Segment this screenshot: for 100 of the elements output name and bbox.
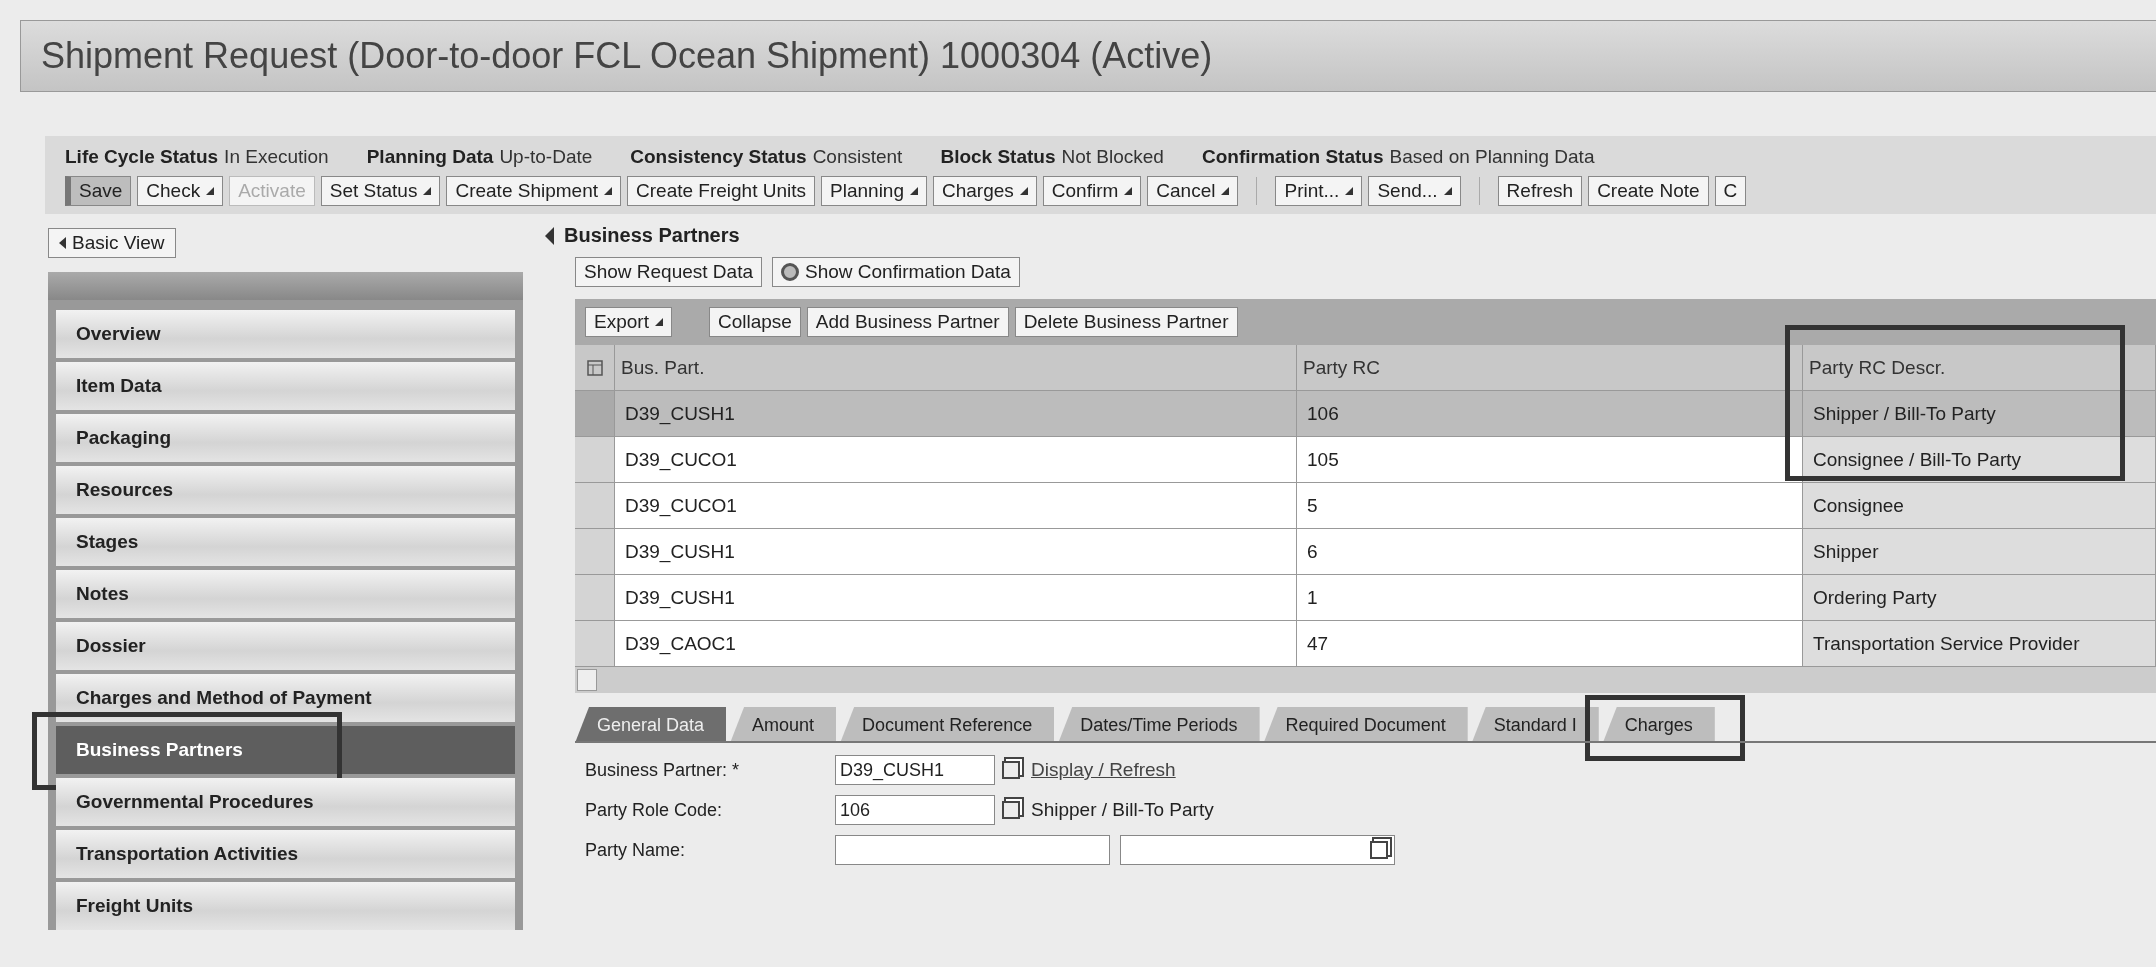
table-cell: D39_CUCO1 bbox=[615, 437, 1297, 483]
sidebar-item[interactable]: Governmental Procedures bbox=[56, 778, 515, 826]
toolbar-button[interactable]: Confirm bbox=[1042, 176, 1142, 206]
toolbar-button[interactable]: Send... bbox=[1368, 176, 1461, 206]
status-value: Up-to-Date bbox=[499, 146, 593, 168]
status-label: Life Cycle Status bbox=[65, 146, 219, 168]
table-toolbar-button[interactable]: Collapse bbox=[708, 307, 801, 337]
row-selector[interactable] bbox=[575, 529, 615, 575]
toolbar-button[interactable]: Charges bbox=[933, 176, 1037, 206]
dropdown-icon bbox=[206, 187, 215, 195]
toolbar-button[interactable]: Create Shipment bbox=[446, 176, 621, 206]
table-cell: D39_CUSH1 bbox=[615, 529, 1297, 575]
tab[interactable]: Charges bbox=[1602, 707, 1715, 743]
table-cell: 105 bbox=[1297, 437, 1803, 483]
table-cell: Transportation Service Provider bbox=[1803, 621, 2156, 667]
toolbar-button[interactable]: Create Freight Units bbox=[627, 176, 816, 206]
tab[interactable]: General Data bbox=[575, 707, 727, 743]
dropdown-icon bbox=[423, 187, 432, 195]
sidebar-item[interactable]: Stages bbox=[56, 518, 515, 566]
circle-icon bbox=[781, 263, 799, 281]
dropdown-icon bbox=[1443, 187, 1452, 195]
toolbar-button[interactable]: Save bbox=[65, 176, 132, 206]
table-cell: D39_CUSH1 bbox=[615, 575, 1297, 621]
section-title: Business Partners bbox=[564, 224, 740, 247]
sidebar-item[interactable]: Resources bbox=[56, 466, 515, 514]
sidebar-item[interactable]: Transportation Activities bbox=[56, 830, 515, 878]
table-cell: 5 bbox=[1297, 483, 1803, 529]
dropdown-icon bbox=[654, 318, 663, 326]
toolbar-button[interactable]: Print... bbox=[1275, 176, 1363, 206]
row-selector[interactable] bbox=[575, 575, 615, 621]
status-label: Block Status bbox=[940, 146, 1056, 168]
tab[interactable]: Amount bbox=[730, 707, 837, 743]
status-label: Planning Data bbox=[366, 146, 494, 168]
table-toolbar-button[interactable]: Delete Business Partner bbox=[1014, 307, 1238, 337]
dropdown-icon bbox=[604, 187, 612, 195]
tab[interactable]: Document Reference bbox=[840, 707, 1055, 743]
dropdown-icon bbox=[1345, 187, 1354, 195]
table-toolbar-button[interactable]: Export bbox=[585, 307, 672, 337]
toolbar-button[interactable]: Create Note bbox=[1588, 176, 1709, 206]
basic-view-button[interactable]: Basic View bbox=[48, 228, 176, 258]
table-cell: 47 bbox=[1297, 621, 1803, 667]
table-cell: Consignee / Bill-To Party bbox=[1803, 437, 2156, 483]
collapse-left-icon bbox=[545, 226, 554, 245]
row-selector[interactable] bbox=[575, 437, 615, 483]
row-selector[interactable] bbox=[575, 391, 615, 437]
row-selector[interactable] bbox=[575, 621, 615, 667]
view-button[interactable]: Show Confirmation Data bbox=[772, 257, 1020, 287]
status-value: Not Blocked bbox=[1061, 146, 1164, 168]
status-label: Consistency Status bbox=[630, 146, 807, 168]
window-title: Shipment Request (Door-to-door FCL Ocean Shipment) 1000304 (Active) bbox=[41, 35, 1213, 77]
sidebar-item[interactable]: Notes bbox=[56, 570, 515, 618]
toolbar-button[interactable]: Check bbox=[137, 176, 224, 206]
toolbar-button[interactable]: Cancel bbox=[1147, 176, 1239, 206]
toolbar-button[interactable]: Planning bbox=[821, 176, 927, 206]
sidebar-item[interactable]: Business Partners bbox=[56, 726, 515, 774]
view-button[interactable]: Show Request Data bbox=[575, 257, 762, 287]
dropdown-icon bbox=[1019, 187, 1028, 195]
status-value: Consistent bbox=[812, 146, 903, 168]
field-description: Shipper / Bill-To Party bbox=[1031, 799, 1214, 821]
table-cell: D39_CAOC1 bbox=[615, 621, 1297, 667]
field-label: Business Partner: * bbox=[585, 759, 741, 781]
field-label: Party Name: bbox=[585, 839, 687, 861]
input-field[interactable] bbox=[1120, 835, 1395, 865]
table-settings-icon[interactable] bbox=[575, 345, 615, 391]
table-cell: 106 bbox=[1297, 391, 1803, 437]
status-label: Confirmation Status bbox=[1201, 146, 1384, 168]
table-cell: Consignee bbox=[1803, 483, 2156, 529]
table-cell: D39_CUSH1 bbox=[615, 391, 1297, 437]
sidebar-item[interactable]: Freight Units bbox=[56, 882, 515, 930]
column-header[interactable]: Bus. Part. bbox=[615, 345, 1297, 391]
sidebar-item[interactable]: Overview bbox=[56, 310, 515, 358]
status-value: In Execution bbox=[224, 146, 329, 168]
table-cell: 1 bbox=[1297, 575, 1803, 621]
row-selector[interactable] bbox=[575, 483, 615, 529]
table-cell: Shipper bbox=[1803, 529, 2156, 575]
table-cell: Ordering Party bbox=[1803, 575, 2156, 621]
column-header[interactable]: Party RC bbox=[1297, 345, 1803, 391]
dropdown-icon bbox=[1124, 187, 1133, 195]
tab[interactable]: Dates/Time Periods bbox=[1058, 707, 1260, 743]
sidebar-item[interactable]: Item Data bbox=[56, 362, 515, 410]
sidebar-item[interactable]: Packaging bbox=[56, 414, 515, 462]
dropdown-icon bbox=[1221, 187, 1230, 195]
sidebar-item[interactable]: Dossier bbox=[56, 622, 515, 670]
sidebar-item[interactable]: Charges and Method of Payment bbox=[56, 674, 515, 722]
display-refresh-link[interactable]: Display / Refresh bbox=[1031, 759, 1176, 781]
field-label: Party Role Code: bbox=[585, 799, 724, 821]
collapse-left-icon bbox=[59, 237, 66, 249]
table-cell: 6 bbox=[1297, 529, 1803, 575]
table-cell: D39_CUCO1 bbox=[615, 483, 1297, 529]
toolbar-button[interactable]: C bbox=[1714, 176, 1747, 206]
toolbar-button[interactable]: Refresh bbox=[1497, 176, 1583, 206]
dropdown-icon bbox=[910, 187, 918, 195]
table-toolbar-button[interactable]: Add Business Partner bbox=[806, 307, 1009, 337]
status-value: Based on Planning Data bbox=[1389, 146, 1595, 168]
input-field[interactable] bbox=[835, 835, 1110, 865]
tab[interactable]: Standard I bbox=[1471, 707, 1599, 743]
tab[interactable]: Required Document bbox=[1263, 707, 1468, 743]
column-header[interactable]: Party RC Descr. bbox=[1803, 345, 2156, 391]
toolbar-button[interactable]: Set Status bbox=[320, 176, 441, 206]
table-cell: Shipper / Bill-To Party bbox=[1803, 391, 2156, 437]
